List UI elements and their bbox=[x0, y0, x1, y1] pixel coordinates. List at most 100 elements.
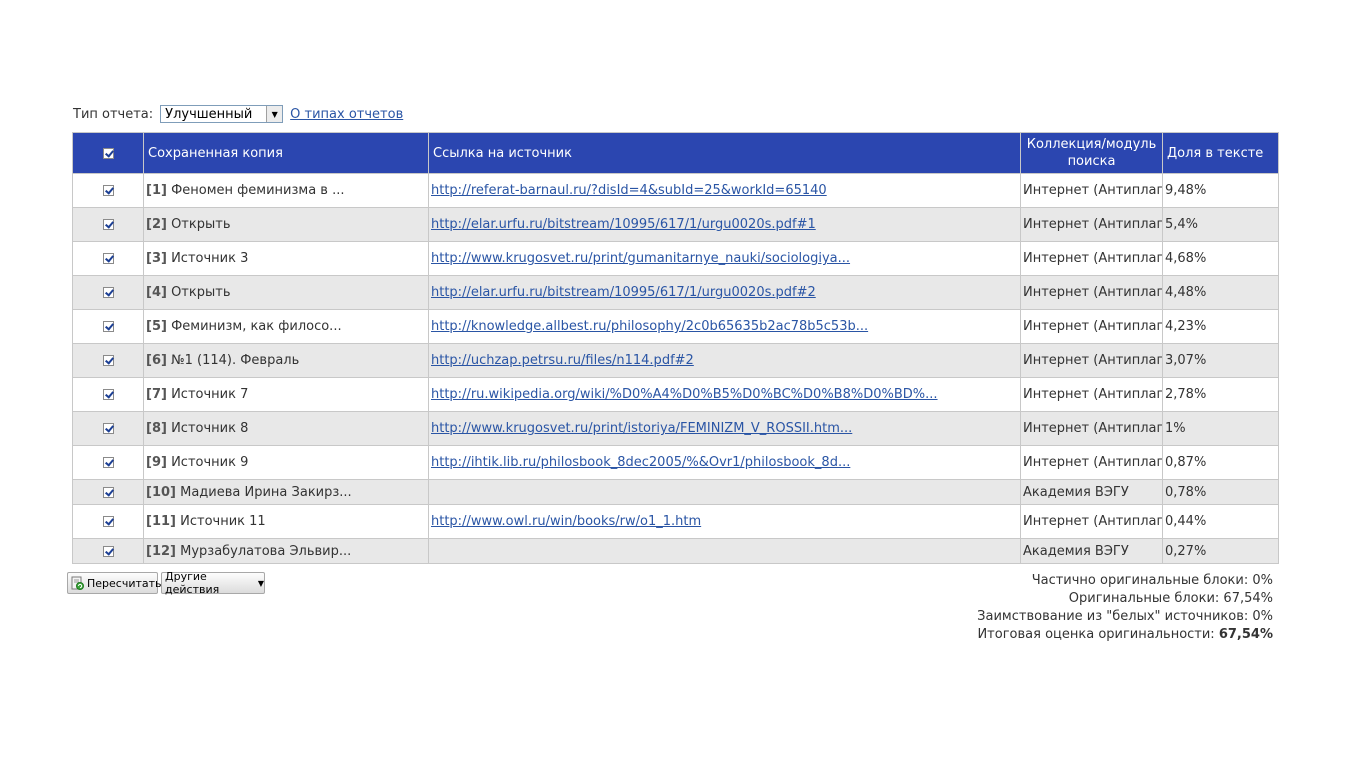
source-number: [3] bbox=[146, 251, 167, 266]
row-checkbox[interactable] bbox=[102, 321, 114, 332]
collection-cell: Интернет (Антиплагиат) bbox=[1020, 309, 1163, 344]
saved-copy-name[interactable]: Открыть bbox=[171, 217, 230, 232]
select-all-header bbox=[72, 132, 144, 174]
source-url-link[interactable]: http://ihtik.lib.ru/philosbook_8dec2005/… bbox=[431, 455, 850, 470]
source-link-cell: http://www.krugosvet.ru/print/istoriya/F… bbox=[428, 411, 1021, 446]
row-select-cell bbox=[72, 411, 144, 446]
row-select-cell bbox=[72, 275, 144, 310]
table-row: [3] Источник 3 http://www.krugosvet.ru/pr… bbox=[72, 241, 1279, 276]
sources-table: Сохраненная копия Ссылка на источник Кол… bbox=[72, 132, 1279, 564]
saved-copy-name[interactable]: Источник 7 bbox=[171, 387, 248, 402]
row-select-cell bbox=[72, 504, 144, 539]
table-row: [5] Феминизм, как филосо... http://knowle… bbox=[72, 309, 1279, 344]
source-url-link[interactable]: http://elar.urfu.ru/bitstream/10995/617/… bbox=[431, 217, 816, 232]
collection-cell: Интернет (Антиплагиат) bbox=[1020, 504, 1163, 539]
saved-copy-cell: [12] Мурзабулатова Эльвир... bbox=[143, 538, 429, 564]
source-number: [4] bbox=[146, 285, 167, 300]
source-number: [10] bbox=[146, 484, 176, 500]
recalculate-icon bbox=[70, 576, 84, 590]
total-originality-value: 67,54% bbox=[1218, 627, 1273, 642]
table-row: [8] Источник 8 http://www.krugosvet.ru/pr… bbox=[72, 411, 1279, 446]
saved-copy-name[interactable]: Открыть bbox=[171, 285, 230, 300]
row-select-cell bbox=[72, 207, 144, 242]
row-checkbox[interactable] bbox=[102, 457, 114, 468]
saved-copy-name[interactable]: Источник 9 bbox=[171, 455, 248, 470]
select-all-checkbox[interactable] bbox=[102, 147, 114, 159]
saved-copy-name[interactable]: Феномен феминизма в ... bbox=[171, 183, 344, 198]
row-select-cell bbox=[72, 479, 144, 505]
saved-copy-name[interactable]: №1 (114). Февраль bbox=[171, 353, 299, 368]
saved-copy-cell: [10] Мадиева Ирина Закирз... bbox=[143, 479, 429, 505]
header-collection: Коллекция/модуль поиска bbox=[1020, 132, 1163, 174]
other-actions-button-label: Другие действия bbox=[165, 570, 220, 596]
saved-copy-name[interactable]: Источник 3 bbox=[171, 251, 248, 266]
source-link-cell: http://ru.wikipedia.org/wiki/%D0%A4%D0%B… bbox=[428, 377, 1021, 412]
row-checkbox[interactable] bbox=[102, 516, 114, 527]
source-url-link[interactable]: http://www.owl.ru/win/books/rw/o1_1.htm bbox=[431, 514, 701, 529]
share-cell: 0,87% bbox=[1162, 445, 1279, 480]
share-cell: 9,48% bbox=[1162, 173, 1279, 208]
share-cell: 1% bbox=[1162, 411, 1279, 446]
source-url-link[interactable]: http://elar.urfu.ru/bitstream/10995/617/… bbox=[431, 285, 816, 300]
source-url-link[interactable]: http://www.krugosvet.ru/print/istoriya/F… bbox=[431, 421, 852, 436]
table-row: [6] №1 (114). Февраль http://uchzap.petrs… bbox=[72, 343, 1279, 378]
collection-cell: Интернет (Антиплагиат) bbox=[1020, 343, 1163, 378]
saved-copy-name[interactable]: Мадиева Ирина Закирз... bbox=[180, 485, 352, 500]
report-type-selected-value: Улучшенный bbox=[165, 107, 253, 122]
source-number: [9] bbox=[146, 455, 167, 470]
collection-cell: Интернет (Антиплагиат) bbox=[1020, 275, 1163, 310]
row-checkbox[interactable] bbox=[102, 253, 114, 264]
row-select-cell bbox=[72, 241, 144, 276]
header-share: Доля в тексте bbox=[1162, 132, 1279, 174]
source-number: [2] bbox=[146, 217, 167, 232]
collection-cell: Интернет (Антиплагиат) bbox=[1020, 411, 1163, 446]
collection-cell: Интернет (Антиплагиат) bbox=[1020, 173, 1163, 208]
table-row: [12] Мурзабулатова Эльвир... Академия ВЭГ… bbox=[72, 538, 1279, 564]
source-link-cell bbox=[428, 479, 1021, 505]
saved-copy-name[interactable]: Феминизм, как филосо... bbox=[171, 319, 342, 334]
report-type-row: Тип отчета: Улучшенный ▼ О типах отчетов bbox=[73, 103, 403, 125]
source-url-link[interactable]: http://uchzap.petrsu.ru/files/n114.pdf#2 bbox=[431, 353, 694, 368]
row-checkbox[interactable] bbox=[102, 185, 114, 196]
source-link-cell: http://ihtik.lib.ru/philosbook_8dec2005/… bbox=[428, 445, 1021, 480]
share-cell: 4,23% bbox=[1162, 309, 1279, 344]
saved-copy-name[interactable]: Источник 11 bbox=[180, 514, 266, 529]
report-type-label: Тип отчета: bbox=[73, 106, 154, 122]
share-cell: 5,4% bbox=[1162, 207, 1279, 242]
saved-copy-cell: [3] Источник 3 bbox=[143, 241, 429, 276]
source-link-cell: http://elar.urfu.ru/bitstream/10995/617/… bbox=[428, 275, 1021, 310]
source-url-link[interactable]: http://knowledge.allbest.ru/philosophy/2… bbox=[431, 319, 868, 334]
table-row: [7] Источник 7 http://ru.wikipedia.org/wi… bbox=[72, 377, 1279, 412]
row-checkbox[interactable] bbox=[102, 389, 114, 400]
share-cell: 3,07% bbox=[1162, 343, 1279, 378]
source-url-link[interactable]: http://ru.wikipedia.org/wiki/%D0%A4%D0%B… bbox=[431, 387, 938, 402]
share-cell: 2,78% bbox=[1162, 377, 1279, 412]
source-link-cell: http://referat-barnaul.ru/?disId=4&subId… bbox=[428, 173, 1021, 208]
source-url-link[interactable]: http://www.krugosvet.ru/print/gumanitarn… bbox=[431, 251, 850, 266]
chevron-down-icon[interactable]: ▼ bbox=[266, 106, 283, 122]
row-checkbox[interactable] bbox=[102, 423, 114, 434]
source-url-link[interactable]: http://referat-barnaul.ru/?disId=4&subId… bbox=[431, 183, 827, 198]
share-cell: 0,27% bbox=[1162, 538, 1279, 564]
about-report-types-link[interactable]: О типах отчетов bbox=[290, 107, 403, 122]
table-row: [11] Источник 11 http://www.owl.ru/win/bo… bbox=[72, 504, 1279, 539]
total-originality-label: Итоговая оценка оригинальности: bbox=[977, 627, 1215, 642]
table-row: [9] Источник 9 http://ihtik.lib.ru/philos… bbox=[72, 445, 1279, 480]
saved-copy-cell: [7] Источник 7 bbox=[143, 377, 429, 412]
row-checkbox[interactable] bbox=[102, 287, 114, 298]
other-actions-button[interactable]: Другие действия ▼ bbox=[161, 570, 265, 596]
row-checkbox[interactable] bbox=[102, 219, 114, 230]
row-select-cell bbox=[72, 445, 144, 480]
row-select-cell bbox=[72, 343, 144, 378]
row-select-cell bbox=[72, 173, 144, 208]
report-type-select[interactable]: Улучшенный ▼ bbox=[160, 105, 284, 123]
saved-copy-name[interactable]: Мурзабулатова Эльвир... bbox=[180, 544, 351, 559]
row-checkbox[interactable] bbox=[102, 486, 114, 498]
recalculate-button[interactable]: Пересчитать bbox=[67, 572, 162, 594]
row-select-cell bbox=[72, 377, 144, 412]
original-blocks: Оригинальные блоки: 67,54% bbox=[1068, 591, 1273, 606]
row-checkbox[interactable] bbox=[102, 545, 114, 557]
source-link-cell: http://knowledge.allbest.ru/philosophy/2… bbox=[428, 309, 1021, 344]
saved-copy-name[interactable]: Источник 8 bbox=[171, 421, 248, 436]
row-checkbox[interactable] bbox=[102, 355, 114, 366]
